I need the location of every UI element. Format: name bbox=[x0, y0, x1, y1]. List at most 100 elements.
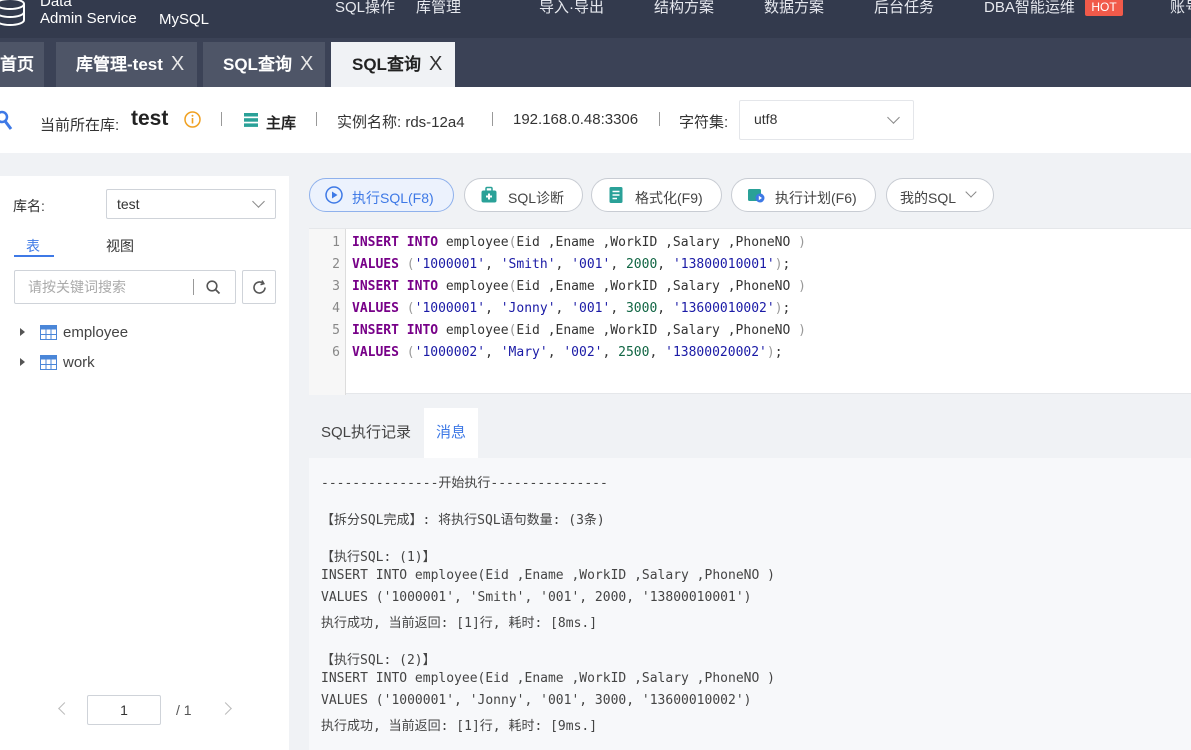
console-line: 【拆分SQL完成】: 将执行SQL语句数量: (3条) bbox=[321, 513, 605, 528]
close-icon[interactable]: X bbox=[171, 53, 184, 75]
console-line: 执行成功, 当前返回: [1]行, 耗时: [9ms.] bbox=[321, 719, 598, 734]
page-total: / 1 bbox=[176, 702, 192, 718]
instance-name: 实例名称: rds-12a4 bbox=[337, 114, 465, 131]
nav-structure-plan[interactable]: 结构方案 bbox=[654, 0, 714, 17]
db-select[interactable]: test bbox=[106, 189, 276, 219]
code-line: INSERT INTO employee(Eid ,Ename ,WorkID … bbox=[352, 323, 806, 338]
line-number: 1 bbox=[332, 235, 340, 250]
sql-diagnose-button[interactable]: SQL诊断 bbox=[464, 178, 583, 212]
tab-sql-query-1[interactable]: SQL查询 X bbox=[203, 42, 325, 87]
console-line: INSERT INTO employee(Eid ,Ename ,WorkID … bbox=[321, 671, 775, 686]
nav-data-plan[interactable]: 数据方案 bbox=[764, 0, 824, 17]
chevron-down-icon bbox=[965, 186, 977, 198]
nav-db-management[interactable]: 库管理 bbox=[416, 0, 461, 17]
server-stack-icon bbox=[244, 113, 258, 127]
brand-name-line1: Data bbox=[40, 0, 72, 10]
current-db-label: 当前所在库: bbox=[40, 117, 120, 134]
divider bbox=[193, 279, 194, 295]
app-window: Data Admin Service MySQL SQL操作 库管理 导入·导出… bbox=[0, 0, 1191, 750]
charset-select[interactable]: utf8 bbox=[739, 100, 914, 140]
tab-sql-query-active[interactable]: SQL查询 X bbox=[331, 42, 455, 87]
console-line: VALUES ('1000001', 'Jonny', '001', 3000,… bbox=[321, 693, 752, 708]
tab-label: 库管理-test bbox=[76, 55, 163, 74]
code-line: INSERT INTO employee(Eid ,Ename ,WorkID … bbox=[352, 279, 806, 294]
db-name-label: 库名: bbox=[13, 198, 45, 214]
tab-sql-history[interactable]: SQL执行记录 bbox=[309, 408, 423, 458]
result-tabs: SQL执行记录 消息 bbox=[309, 408, 1191, 458]
nav-import-export[interactable]: 导入·导出 bbox=[539, 0, 604, 17]
divider bbox=[659, 112, 660, 126]
nav-account[interactable]: 账号 bbox=[1170, 0, 1191, 17]
console-line: VALUES ('1000001', 'Smith', '001', 2000,… bbox=[321, 590, 752, 605]
table-search-input[interactable] bbox=[16, 272, 191, 302]
charset-value: utf8 bbox=[754, 111, 778, 127]
active-tab-indicator bbox=[14, 255, 54, 257]
caret-right-icon[interactable] bbox=[20, 328, 25, 336]
button-label: 执行计划(F6) bbox=[775, 190, 857, 206]
nav-sql-operations[interactable]: SQL操作 bbox=[335, 0, 395, 17]
console-line: ---------------开始执行--------------- bbox=[321, 476, 608, 491]
refresh-button[interactable] bbox=[242, 270, 276, 304]
pagination: 1 / 1 bbox=[0, 694, 289, 726]
line-number: 4 bbox=[332, 301, 340, 316]
play-circle-icon bbox=[325, 186, 343, 204]
database-search-icon bbox=[0, 110, 13, 130]
current-db-name: test bbox=[131, 107, 169, 130]
tab-db-management-test[interactable]: 库管理-test X bbox=[56, 42, 197, 87]
sql-editor[interactable]: 1 2 3 4 5 6 INSERT INTO employee(Eid ,En… bbox=[309, 228, 1191, 395]
line-number: 3 bbox=[332, 279, 340, 294]
explain-plan-button[interactable]: 执行计划(F6) bbox=[731, 178, 876, 212]
tab-tables[interactable]: 表 bbox=[26, 236, 40, 256]
line-number: 6 bbox=[332, 345, 340, 360]
execute-sql-button[interactable]: 执行SQL(F8) bbox=[309, 178, 454, 212]
table-grid-icon bbox=[40, 325, 57, 340]
divider bbox=[221, 112, 222, 126]
tab-views[interactable]: 视图 bbox=[106, 236, 134, 256]
table-search-box bbox=[14, 270, 236, 304]
button-label: SQL诊断 bbox=[508, 190, 565, 206]
code-line: INSERT INTO employee(Eid ,Ename ,WorkID … bbox=[352, 235, 806, 250]
close-icon[interactable]: X bbox=[300, 53, 313, 75]
console-line: 执行成功, 当前返回: [1]行, 耗时: [8ms.] bbox=[321, 616, 598, 631]
console-line: INSERT INTO employee(Eid ,Ename ,WorkID … bbox=[321, 568, 775, 583]
table-name: work bbox=[63, 354, 95, 371]
chevron-right-icon[interactable] bbox=[219, 702, 232, 715]
document-lines-icon bbox=[609, 187, 623, 203]
my-sql-dropdown[interactable]: 我的SQL bbox=[886, 178, 994, 212]
database-stack-icon bbox=[0, 0, 25, 26]
tab-label: SQL查询 bbox=[223, 55, 292, 74]
schema-sidebar: 库名: test 表 视图 请按关键词搜索 employee work 1 / … bbox=[0, 176, 289, 750]
db-role: 主库 bbox=[266, 115, 297, 132]
message-console: ---------------开始执行--------------- 【拆分SQL… bbox=[309, 458, 1191, 750]
console-line: 【执行SQL: (2)】 bbox=[321, 653, 436, 668]
line-number: 5 bbox=[332, 323, 340, 338]
refresh-icon bbox=[253, 280, 266, 294]
code-line: VALUES ('1000002', 'Mary', '002', 2500, … bbox=[352, 345, 783, 360]
db-select-value: test bbox=[117, 196, 140, 212]
info-circle-icon[interactable] bbox=[184, 111, 201, 128]
format-sql-button[interactable]: 格式化(F9) bbox=[591, 178, 722, 212]
table-grid-icon bbox=[40, 355, 57, 370]
button-label: 执行SQL(F8) bbox=[352, 190, 434, 206]
console-line: 【执行SQL: (1)】 bbox=[321, 550, 436, 565]
chevron-left-icon[interactable] bbox=[58, 702, 71, 715]
close-icon[interactable]: X bbox=[429, 53, 442, 75]
chevron-down-icon bbox=[887, 111, 900, 124]
medkit-icon bbox=[481, 186, 497, 203]
nav-dba-ops[interactable]: DBA智能运维 bbox=[984, 0, 1075, 17]
nav-background-tasks[interactable]: 后台任务 bbox=[874, 0, 934, 17]
caret-right-icon[interactable] bbox=[20, 358, 25, 366]
tab-messages[interactable]: 消息 bbox=[424, 408, 479, 458]
hot-badge: HOT bbox=[1085, 0, 1123, 16]
code-line: VALUES ('1000001', 'Jonny', '001', 3000,… bbox=[352, 301, 791, 316]
db-info-bar: 当前所在库: test 主库 实例名称: rds-12a4 192.168.0.… bbox=[0, 87, 1191, 153]
page-number-input[interactable]: 1 bbox=[87, 695, 161, 725]
search-icon[interactable] bbox=[206, 280, 221, 295]
db-type-label: MySQL bbox=[159, 11, 210, 28]
brand-name-line2: Admin Service bbox=[40, 10, 137, 27]
tab-home[interactable]: 首页 bbox=[0, 42, 44, 87]
table-name: employee bbox=[63, 324, 129, 341]
button-label: 格式化(F9) bbox=[635, 190, 703, 206]
divider bbox=[316, 112, 317, 126]
line-number-gutter: 1 2 3 4 5 6 bbox=[309, 229, 346, 395]
